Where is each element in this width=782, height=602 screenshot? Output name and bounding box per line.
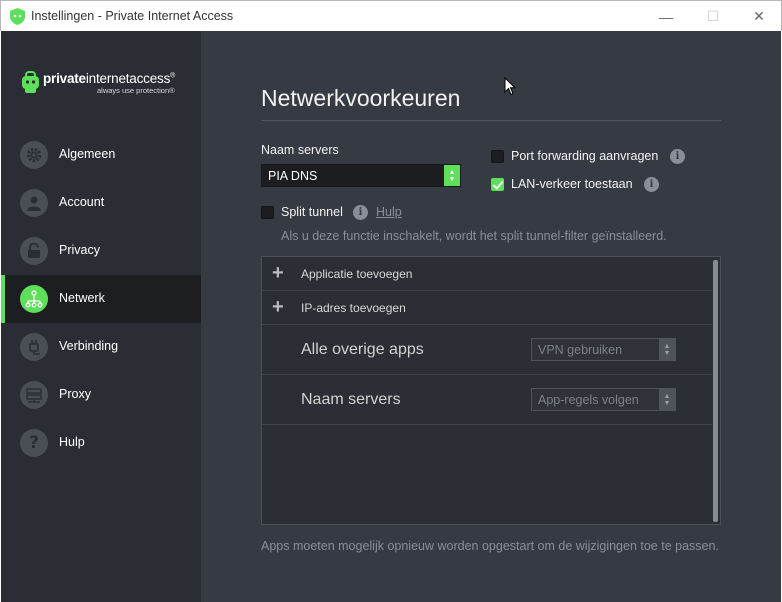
plug-icon [20,333,48,361]
person-icon [20,189,48,217]
gear-icon [20,141,48,169]
port-forwarding-label: Port forwarding aanvragen [511,149,659,163]
name-servers-select[interactable]: PIA DNS ▲ ▼ [261,164,461,187]
rule-select-name-servers[interactable]: App-regels volgen ▲ ▼ [531,388,676,411]
port-forwarding-info-icon[interactable]: i [670,149,685,164]
select-spinner-icon: ▲ ▼ [659,389,675,410]
logo-wordmark: privateinternetaccess® [43,71,176,86]
maximize-button[interactable]: ☐ [690,1,736,32]
rule-select-other-apps[interactable]: VPN gebruiken ▲ ▼ [531,338,676,361]
sidebar-item-account[interactable]: Account [1,179,201,227]
split-tunnel-label: Split tunnel [281,205,343,219]
add-ip-label: IP-adres toevoegen [301,301,406,315]
sidebar-item-netwerk[interactable]: Netwerk [1,275,201,323]
pia-logo: privateinternetaccess® always use protec… [21,71,186,101]
name-servers-value: PIA DNS [268,169,318,183]
sidebar-item-label: Netwerk [59,291,105,305]
select-spinner-icon: ▲ ▼ [659,339,675,360]
main-panel: Netwerkvoorkeuren Naam servers PIA DNS ▲… [201,31,781,602]
rule-row-name-servers: Naam servers App-regels volgen ▲ ▼ [262,375,712,425]
minimize-button[interactable]: — [643,1,689,32]
plus-icon: + [272,296,284,318]
sidebar-item-hulp[interactable]: ? Hulp [1,419,201,467]
rule-select-value: VPN gebruiken [538,343,623,357]
select-spinner-icon: ▲ ▼ [444,165,460,186]
sidebar-item-label: Proxy [59,387,91,401]
window-title: Instellingen - Private Internet Access [31,9,234,23]
sidebar-item-label: Privacy [59,243,100,257]
page-title: Netwerkvoorkeuren [261,85,461,111]
sidebar-item-label: Account [59,195,105,209]
sidebar-item-privacy[interactable]: Privacy [1,227,201,275]
rule-label: Naam servers [301,391,401,408]
sidebar-item-verbinding[interactable]: Verbinding [1,323,201,371]
lan-traffic-info-icon[interactable]: i [644,177,659,192]
add-application-label: Applicatie toevoegen [301,267,413,281]
question-icon: ? [20,429,48,457]
close-button[interactable]: ✕ [736,1,782,32]
sidebar-item-proxy[interactable]: Proxy [1,371,201,419]
plus-icon: + [272,262,284,284]
title-divider [261,120,721,121]
sidebar: privateinternetaccess® always use protec… [1,31,201,602]
lan-traffic-checkbox[interactable] [491,178,504,191]
sidebar-item-label: Hulp [59,435,85,449]
active-indicator [1,275,5,323]
sidebar-item-label: Algemeen [59,147,116,161]
rule-row-other-apps: Alle overige apps VPN gebruiken ▲ ▼ [262,325,712,375]
sidebar-item-label: Verbinding [59,339,119,353]
mouse-cursor-icon [504,77,516,96]
list-scrollbar[interactable] [713,260,718,522]
add-ip-row[interactable]: + IP-adres toevoegen [262,291,712,325]
restart-note: Apps moeten mogelijk opnieuw worden opge… [261,539,719,553]
add-application-row[interactable]: + Applicatie toevoegen [262,257,712,291]
split-tunnel-checkbox[interactable] [261,206,274,219]
lan-traffic-label: LAN-verkeer toestaan [511,177,633,191]
split-tunnel-description: Als u deze functie inschakelt, wordt het… [281,229,667,243]
port-forwarding-checkbox[interactable] [491,150,504,163]
server-icon [20,381,48,409]
logo-tagline: always use protection® [97,86,175,95]
rule-label: Alle overige apps [301,341,424,358]
name-servers-label: Naam servers [261,143,339,157]
split-tunnel-info-icon[interactable]: i [353,205,368,220]
title-bar: Instellingen - Private Internet Access —… [0,0,782,31]
network-icon [20,285,48,313]
pia-app-icon [10,8,25,25]
pia-robot-icon [22,71,39,93]
split-tunnel-help-link[interactable]: Hulp [376,205,402,219]
sidebar-item-algemeen[interactable]: Algemeen [1,131,201,179]
rule-select-value: App-regels volgen [538,393,639,407]
split-tunnel-list: + Applicatie toevoegen + IP-adres toevoe… [261,256,721,525]
lock-icon [20,237,48,265]
